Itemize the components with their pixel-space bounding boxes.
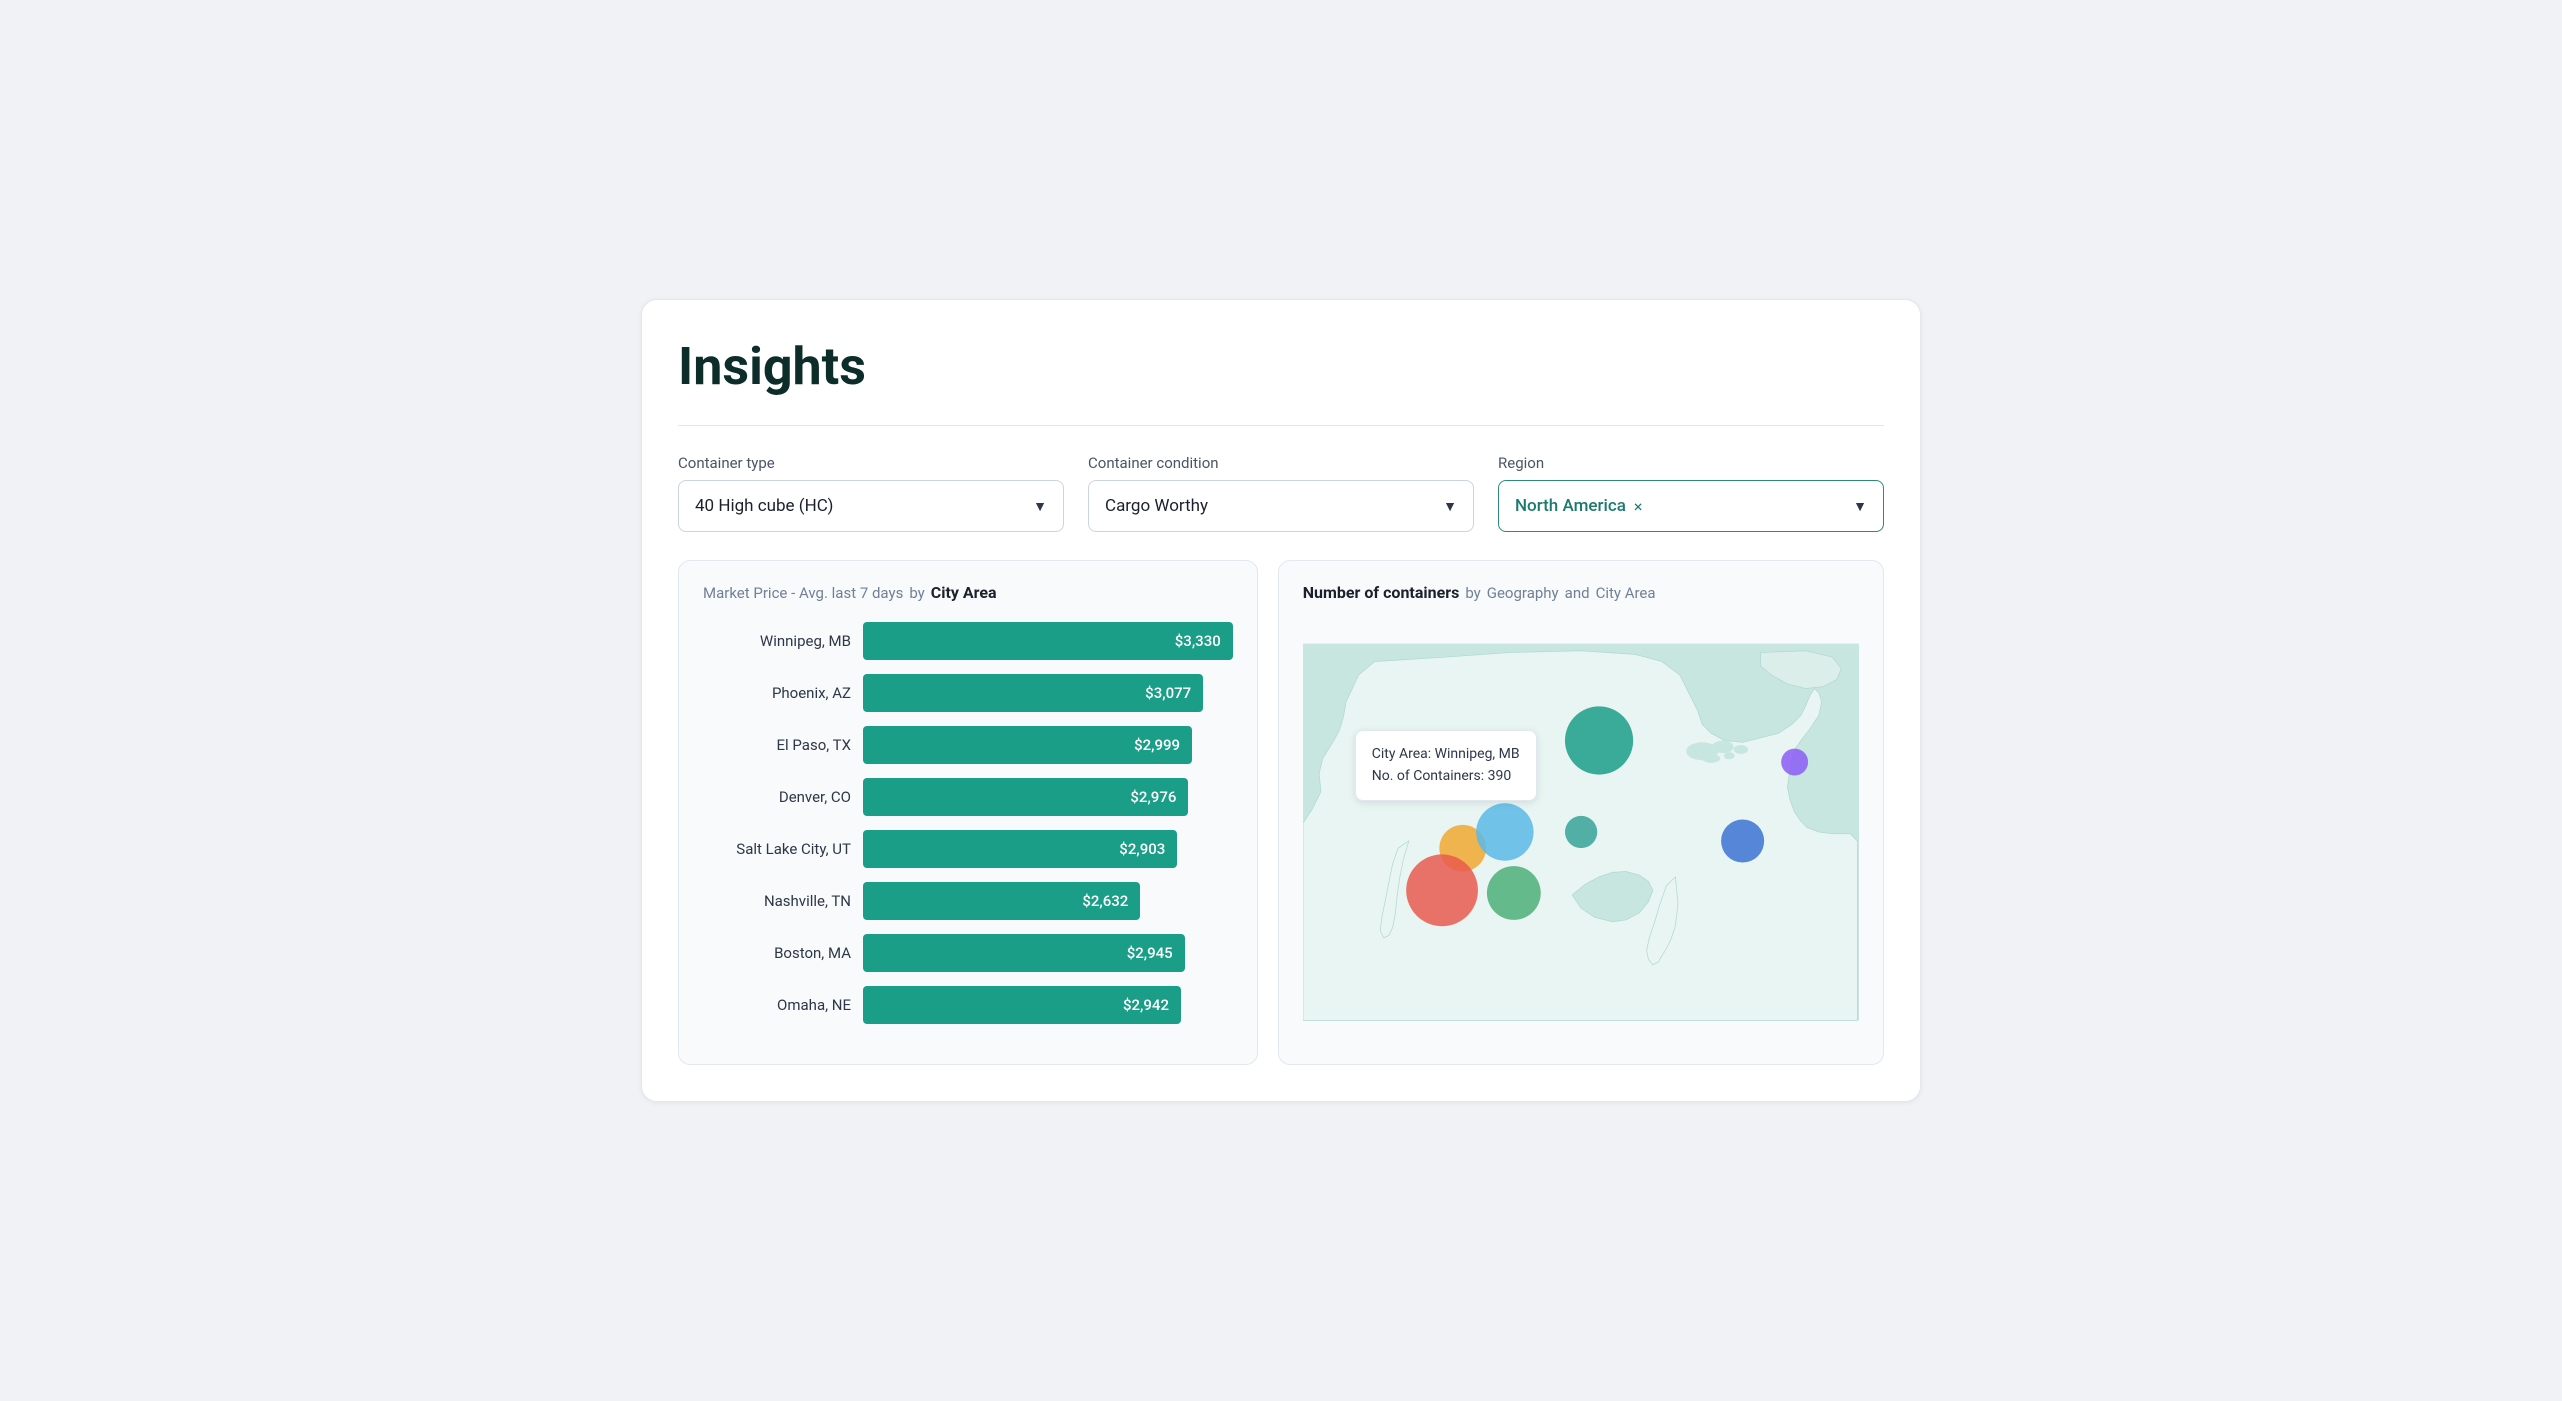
container-type-select[interactable]: 40 High cube (HC) ▼ — [678, 480, 1064, 532]
main-card: Insights Container type 40 High cube (HC… — [641, 299, 1921, 1102]
bar-row: Phoenix, AZ $3,077 — [703, 674, 1233, 712]
page-title: Insights — [678, 336, 1884, 397]
bar-city-label: Nashville, TN — [703, 892, 851, 910]
bar-outer: $2,903 — [863, 830, 1233, 868]
map-chart-dim2: City Area — [1596, 584, 1656, 602]
bar-row: Boston, MA $2,945 — [703, 934, 1233, 972]
container-condition-value: Cargo Worthy — [1105, 496, 1208, 516]
filters-row: Container type 40 High cube (HC) ▼ Conta… — [678, 454, 1884, 532]
bar-city-label: Denver, CO — [703, 788, 851, 806]
bar-value: $2,976 — [1130, 788, 1176, 806]
map-chart-title-prefix: Number of containers — [1303, 583, 1460, 602]
close-icon[interactable]: × — [1634, 497, 1643, 516]
region-tag: North America × — [1515, 496, 1642, 516]
chevron-down-icon: ▼ — [1853, 498, 1867, 515]
bar-chart-title-row: Market Price - Avg. last 7 days by City … — [703, 583, 1233, 602]
map-chart-dim1: Geography — [1487, 584, 1559, 602]
bar-row: El Paso, TX $2,999 — [703, 726, 1233, 764]
bar-value: $2,632 — [1082, 892, 1128, 910]
bar-chart-title-prefix: Market Price - Avg. last 7 days — [703, 584, 903, 602]
bar-value: $2,942 — [1123, 996, 1169, 1014]
bar-fill: $2,999 — [863, 726, 1192, 764]
bar-outer: $2,942 — [863, 986, 1233, 1024]
filter-group-region: Region North America × ▼ — [1498, 454, 1884, 532]
bar-row: Winnipeg, MB $3,330 — [703, 622, 1233, 660]
bar-outer: $3,077 — [863, 674, 1233, 712]
map-chart-and-label: and — [1565, 584, 1590, 602]
bubble-denver — [1476, 803, 1533, 860]
bubble-la — [1406, 854, 1478, 926]
bar-chart-card: Market Price - Avg. last 7 days by City … — [678, 560, 1258, 1065]
bubble-mideast — [1565, 816, 1597, 848]
bar-outer: $2,632 — [863, 882, 1233, 920]
bar-outer: $2,976 — [863, 778, 1233, 816]
bar-fill: $3,077 — [863, 674, 1203, 712]
bar-outer: $2,999 — [863, 726, 1233, 764]
bubble-east-coast — [1721, 819, 1764, 862]
bar-value: $3,077 — [1145, 684, 1191, 702]
bar-city-label: Phoenix, AZ — [703, 684, 851, 702]
bar-fill: $3,330 — [863, 622, 1233, 660]
bar-fill: $2,632 — [863, 882, 1140, 920]
bubble-winnipeg — [1565, 706, 1633, 774]
container-condition-select[interactable]: Cargo Worthy ▼ — [1088, 480, 1474, 532]
bar-row: Denver, CO $2,976 — [703, 778, 1233, 816]
bar-city-label: El Paso, TX — [703, 736, 851, 754]
filter-group-container-condition: Container condition Cargo Worthy ▼ — [1088, 454, 1474, 532]
map-chart-card: Number of containers by Geography and Ci… — [1278, 560, 1884, 1065]
bar-city-label: Salt Lake City, UT — [703, 840, 851, 858]
bar-fill: $2,976 — [863, 778, 1188, 816]
bar-city-label: Boston, MA — [703, 944, 851, 962]
bar-city-label: Winnipeg, MB — [703, 632, 851, 650]
region-select[interactable]: North America × ▼ — [1498, 480, 1884, 532]
bar-outer: $3,330 — [863, 622, 1233, 660]
bar-row: Salt Lake City, UT $2,903 — [703, 830, 1233, 868]
map-chart-by-label: by — [1465, 584, 1480, 602]
map-chart-title-row: Number of containers by Geography and Ci… — [1303, 583, 1859, 602]
bar-fill: $2,942 — [863, 986, 1181, 1024]
bar-chart-container: Winnipeg, MB $3,330 Phoenix, AZ $3,077 El Pa… — [703, 622, 1233, 1024]
filter-group-container-type: Container type 40 High cube (HC) ▼ — [678, 454, 1064, 532]
bar-value: $2,945 — [1127, 944, 1173, 962]
bar-fill: $2,903 — [863, 830, 1177, 868]
region-value: North America — [1515, 496, 1626, 516]
bar-value: $3,330 — [1175, 632, 1221, 650]
map-svg — [1303, 622, 1859, 1042]
charts-row: Market Price - Avg. last 7 days by City … — [678, 560, 1884, 1065]
chevron-down-icon: ▼ — [1033, 498, 1047, 515]
region-label: Region — [1498, 454, 1884, 472]
bar-chart-dimension-label: City Area — [931, 583, 997, 602]
bar-row: Omaha, NE $2,942 — [703, 986, 1233, 1024]
bar-value: $2,999 — [1134, 736, 1180, 754]
bar-row: Nashville, TN $2,632 — [703, 882, 1233, 920]
chevron-down-icon: ▼ — [1443, 498, 1457, 515]
bubble-northeast — [1781, 749, 1808, 776]
divider — [678, 425, 1884, 426]
container-type-value: 40 High cube (HC) — [695, 496, 833, 516]
container-condition-label: Container condition — [1088, 454, 1474, 472]
container-type-label: Container type — [678, 454, 1064, 472]
map-area: City Area: Winnipeg, MB No. of Container… — [1303, 622, 1859, 1042]
bar-fill: $2,945 — [863, 934, 1185, 972]
bar-city-label: Omaha, NE — [703, 996, 851, 1014]
bar-value: $2,903 — [1119, 840, 1165, 858]
bar-outer: $2,945 — [863, 934, 1233, 972]
bar-chart-by-label: by — [909, 584, 924, 602]
bubble-texas — [1487, 866, 1541, 920]
